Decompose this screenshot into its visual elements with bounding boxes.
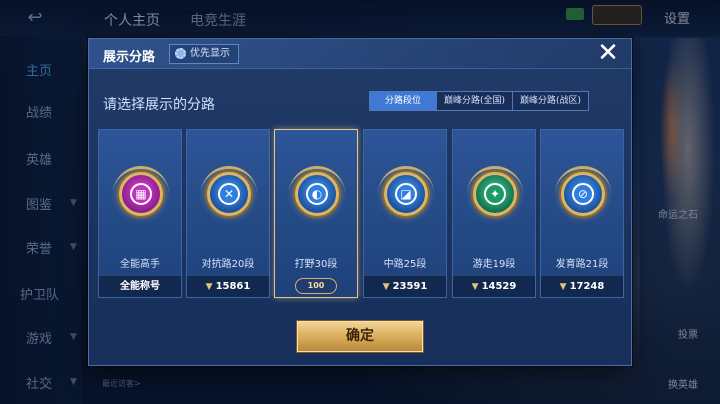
lane-card-label: 中路25段 — [383, 259, 427, 270]
lane-card-label: 打野30段 — [294, 259, 338, 270]
lane-card-points: ▼ 14529 — [453, 275, 535, 297]
dialog-header: 展示分路 优先显示 ✕ — [89, 39, 631, 69]
lane-card-farm[interactable]: ⊘ 发育路21段 ▼ 17248 — [540, 129, 624, 298]
lane-card-strip: 全能称号 — [99, 275, 181, 297]
dialog-title: 展示分路 — [103, 50, 156, 65]
confirm-button[interactable]: 确定 — [297, 321, 423, 352]
lane-card-label: 全能高手 — [120, 259, 160, 270]
gear-icon — [175, 48, 186, 59]
lane-card-jungle[interactable]: ◐ 打野30段 100 — [274, 129, 358, 298]
rank-100-badge: 100 — [294, 278, 338, 294]
lane-card-badge: 100 — [275, 275, 357, 297]
priority-display-label: 优先显示 — [190, 48, 230, 59]
jungle-emblem-icon: ◐ — [295, 172, 339, 216]
lane-filter-tabs: 分路段位 巅峰分路(全国) 巅峰分路(战区) — [369, 91, 590, 111]
lane-card-all-round[interactable]: ▦ 全能高手 全能称号 — [98, 129, 182, 298]
all-round-emblem-icon: ▦ — [119, 172, 163, 216]
close-button[interactable]: ✕ — [595, 40, 621, 67]
dialog-prompt: 请选择展示的分路 — [103, 97, 215, 113]
tab-peak-lane-national[interactable]: 巅峰分路(全国) — [436, 92, 512, 110]
lane-card-label: 对抗路20段 — [201, 259, 255, 270]
mid-lane-emblem-icon: ◪ — [384, 172, 428, 216]
lane-card-mid[interactable]: ◪ 中路25段 ▼ 23591 — [363, 129, 447, 298]
chevron-rank-icon: ▼ — [471, 282, 479, 292]
lane-card-points: ▼ 15861 — [187, 275, 269, 297]
roam-emblem-icon: ✦ — [473, 172, 517, 216]
lane-card-roam[interactable]: ✦ 游走19段 ▼ 14529 — [452, 129, 536, 298]
lane-card-points: ▼ 17248 — [541, 275, 623, 297]
tab-lane-rank[interactable]: 分路段位 — [370, 92, 437, 110]
priority-display-button[interactable]: 优先显示 — [169, 44, 239, 64]
tab-peak-lane-region[interactable]: 巅峰分路(战区) — [512, 92, 588, 110]
clash-lane-emblem-icon: ✕ — [207, 172, 251, 216]
chevron-rank-icon: ▼ — [382, 282, 390, 292]
lane-card-label: 发育路21段 — [555, 259, 609, 270]
farm-lane-emblem-icon: ⊘ — [561, 172, 605, 216]
lane-card-label: 游走19段 — [472, 259, 516, 270]
display-lane-dialog: 展示分路 优先显示 ✕ 请选择展示的分路 分路段位 巅峰分路(全国) 巅峰分路(… — [88, 38, 632, 366]
lane-card-points: ▼ 23591 — [364, 275, 446, 297]
chevron-rank-icon: ▼ — [559, 282, 567, 292]
lane-card-clash[interactable]: ✕ 对抗路20段 ▼ 15861 — [186, 129, 270, 298]
chevron-rank-icon: ▼ — [205, 282, 213, 292]
